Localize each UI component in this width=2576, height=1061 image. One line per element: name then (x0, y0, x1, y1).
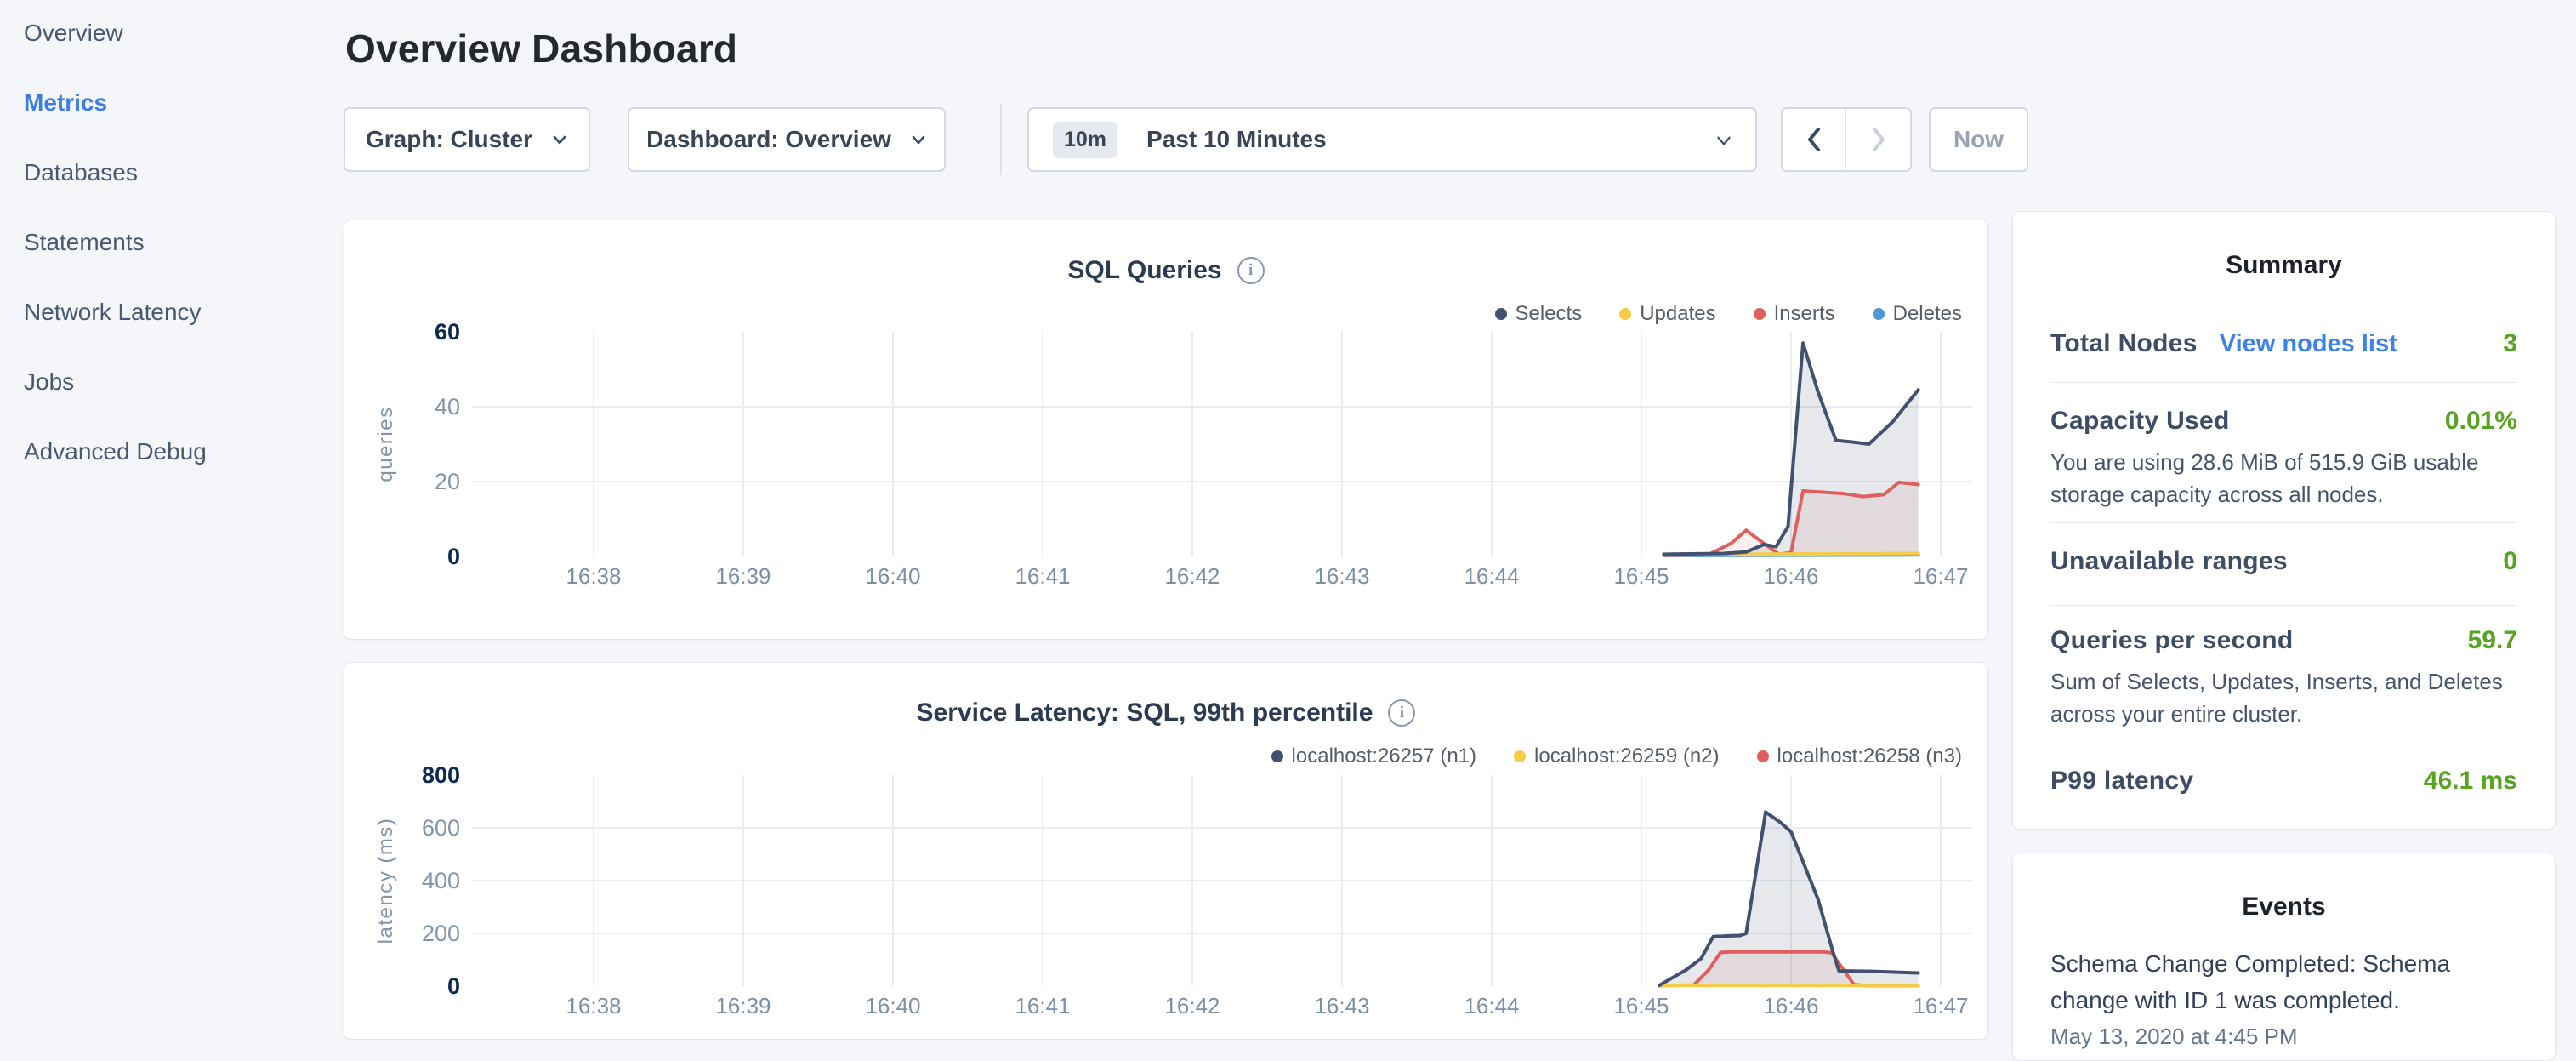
svg-text:16:45: 16:45 (1613, 563, 1669, 589)
toolbar-divider (1000, 104, 1002, 175)
svg-text:16:44: 16:44 (1464, 563, 1519, 589)
step-back-button[interactable] (1783, 109, 1846, 170)
sidebar-item-jobs[interactable]: Jobs (24, 368, 74, 396)
svg-text:16:39: 16:39 (715, 563, 771, 589)
svg-text:20: 20 (435, 469, 460, 494)
svg-text:16:38: 16:38 (566, 563, 621, 589)
svg-text:16:39: 16:39 (715, 993, 771, 1018)
summary-heading: Summary (2013, 251, 2555, 280)
svg-text:16:38: 16:38 (566, 993, 621, 1018)
svg-text:200: 200 (422, 921, 460, 946)
service-latency-plot: 16:38 16:39 16:40 16:41 16:42 16:43 16:44 16:45… (344, 663, 1989, 1041)
qps-value: 59.7 (2468, 626, 2517, 655)
sidebar-item-overview[interactable]: Overview (24, 19, 123, 48)
unavailable-ranges-value: 0 (2503, 547, 2517, 576)
svg-text:16:46: 16:46 (1763, 563, 1818, 589)
svg-text:16:45: 16:45 (1613, 993, 1669, 1018)
svg-text:16:47: 16:47 (1913, 993, 1968, 1018)
svg-text:800: 800 (422, 762, 460, 788)
svg-text:60: 60 (435, 319, 460, 345)
page-title: Overview Dashboard (345, 26, 737, 71)
svg-text:0: 0 (447, 544, 460, 569)
sidebar-item-advanced-debug[interactable]: Advanced Debug (24, 437, 207, 466)
svg-text:16:44: 16:44 (1464, 993, 1519, 1018)
summary-row-qps: Queries per second 59.7 (2050, 626, 2517, 660)
sidebar-item-metrics[interactable]: Metrics (24, 88, 107, 117)
svg-text:16:43: 16:43 (1314, 563, 1369, 589)
capacity-caption: You are using 28.6 MiB of 515.9 GiB usab… (2050, 446, 2517, 511)
sql-queries-chart-card: SQL Queries i SelectsUpdatesInsertsDelet… (344, 220, 1988, 640)
svg-text:16:42: 16:42 (1164, 563, 1220, 589)
dashboard-dropdown-label: Dashboard: Overview (646, 126, 891, 153)
chevron-down-icon (551, 131, 568, 148)
now-button[interactable]: Now (1929, 107, 2028, 172)
svg-text:16:47: 16:47 (1913, 563, 1968, 589)
sidebar-item-databases[interactable]: Databases (24, 158, 138, 187)
summary-row-total-nodes: Total Nodes View nodes list 3 (2050, 329, 2517, 363)
svg-text:latency (ms): latency (ms) (374, 818, 397, 944)
step-forward-button[interactable] (1846, 109, 1910, 170)
sql-queries-plot: 16:38 16:39 16:40 16:41 16:42 16:43 16:44 16:45… (344, 220, 1989, 641)
qps-caption: Sum of Selects, Updates, Inserts, and De… (2050, 665, 2517, 730)
svg-text:40: 40 (435, 394, 460, 419)
summary-row-capacity: Capacity Used 0.01% (2050, 407, 2517, 441)
event-item-timestamp: May 13, 2020 at 4:45 PM (2050, 1024, 2517, 1050)
svg-text:16:43: 16:43 (1314, 993, 1369, 1018)
dashboard-dropdown[interactable]: Dashboard: Overview (628, 107, 946, 172)
events-heading: Events (2013, 893, 2555, 921)
time-step-buttons (1781, 107, 1912, 172)
svg-text:16:40: 16:40 (865, 563, 920, 589)
svg-text:600: 600 (422, 815, 460, 841)
time-window-label: Past 10 Minutes (1146, 126, 1327, 153)
svg-text:16:41: 16:41 (1015, 993, 1070, 1018)
time-window-dropdown[interactable]: 10m Past 10 Minutes (1027, 107, 1757, 172)
events-panel: Events Schema Change Completed: Schema c… (2012, 853, 2556, 1061)
sidebar: Overview Metrics Databases Statements Networ… (0, 0, 340, 1052)
total-nodes-value: 3 (2503, 329, 2517, 358)
summary-row-unavailable: Unavailable ranges 0 (2050, 547, 2517, 581)
svg-text:queries: queries (374, 406, 397, 482)
svg-text:0: 0 (447, 973, 460, 999)
service-latency-chart-card: Service Latency: SQL, 99th percentile i … (344, 662, 1988, 1040)
capacity-used-value: 0.01% (2445, 407, 2517, 436)
p99-latency-value: 46.1 ms (2424, 767, 2517, 796)
time-window-badge: 10m (1053, 122, 1117, 158)
sidebar-item-network-latency[interactable]: Network Latency (24, 298, 202, 327)
summary-row-p99: P99 latency 46.1 ms (2050, 767, 2517, 801)
chevron-down-icon (910, 131, 927, 148)
view-nodes-list-link[interactable]: View nodes list (2220, 330, 2397, 358)
sidebar-item-statements[interactable]: Statements (24, 228, 145, 257)
graph-dropdown-label: Graph: Cluster (366, 126, 532, 153)
svg-text:16:41: 16:41 (1015, 563, 1070, 589)
svg-text:16:40: 16:40 (865, 993, 920, 1018)
event-item-text[interactable]: Schema Change Completed: Schema change w… (2050, 945, 2517, 1018)
svg-text:400: 400 (422, 868, 460, 893)
svg-text:16:46: 16:46 (1763, 993, 1818, 1018)
summary-panel: Summary Total Nodes View nodes list 3 Ca… (2012, 211, 2556, 830)
svg-text:16:42: 16:42 (1164, 993, 1220, 1018)
chevron-down-icon (1714, 131, 1732, 148)
graph-dropdown[interactable]: Graph: Cluster (344, 107, 590, 172)
